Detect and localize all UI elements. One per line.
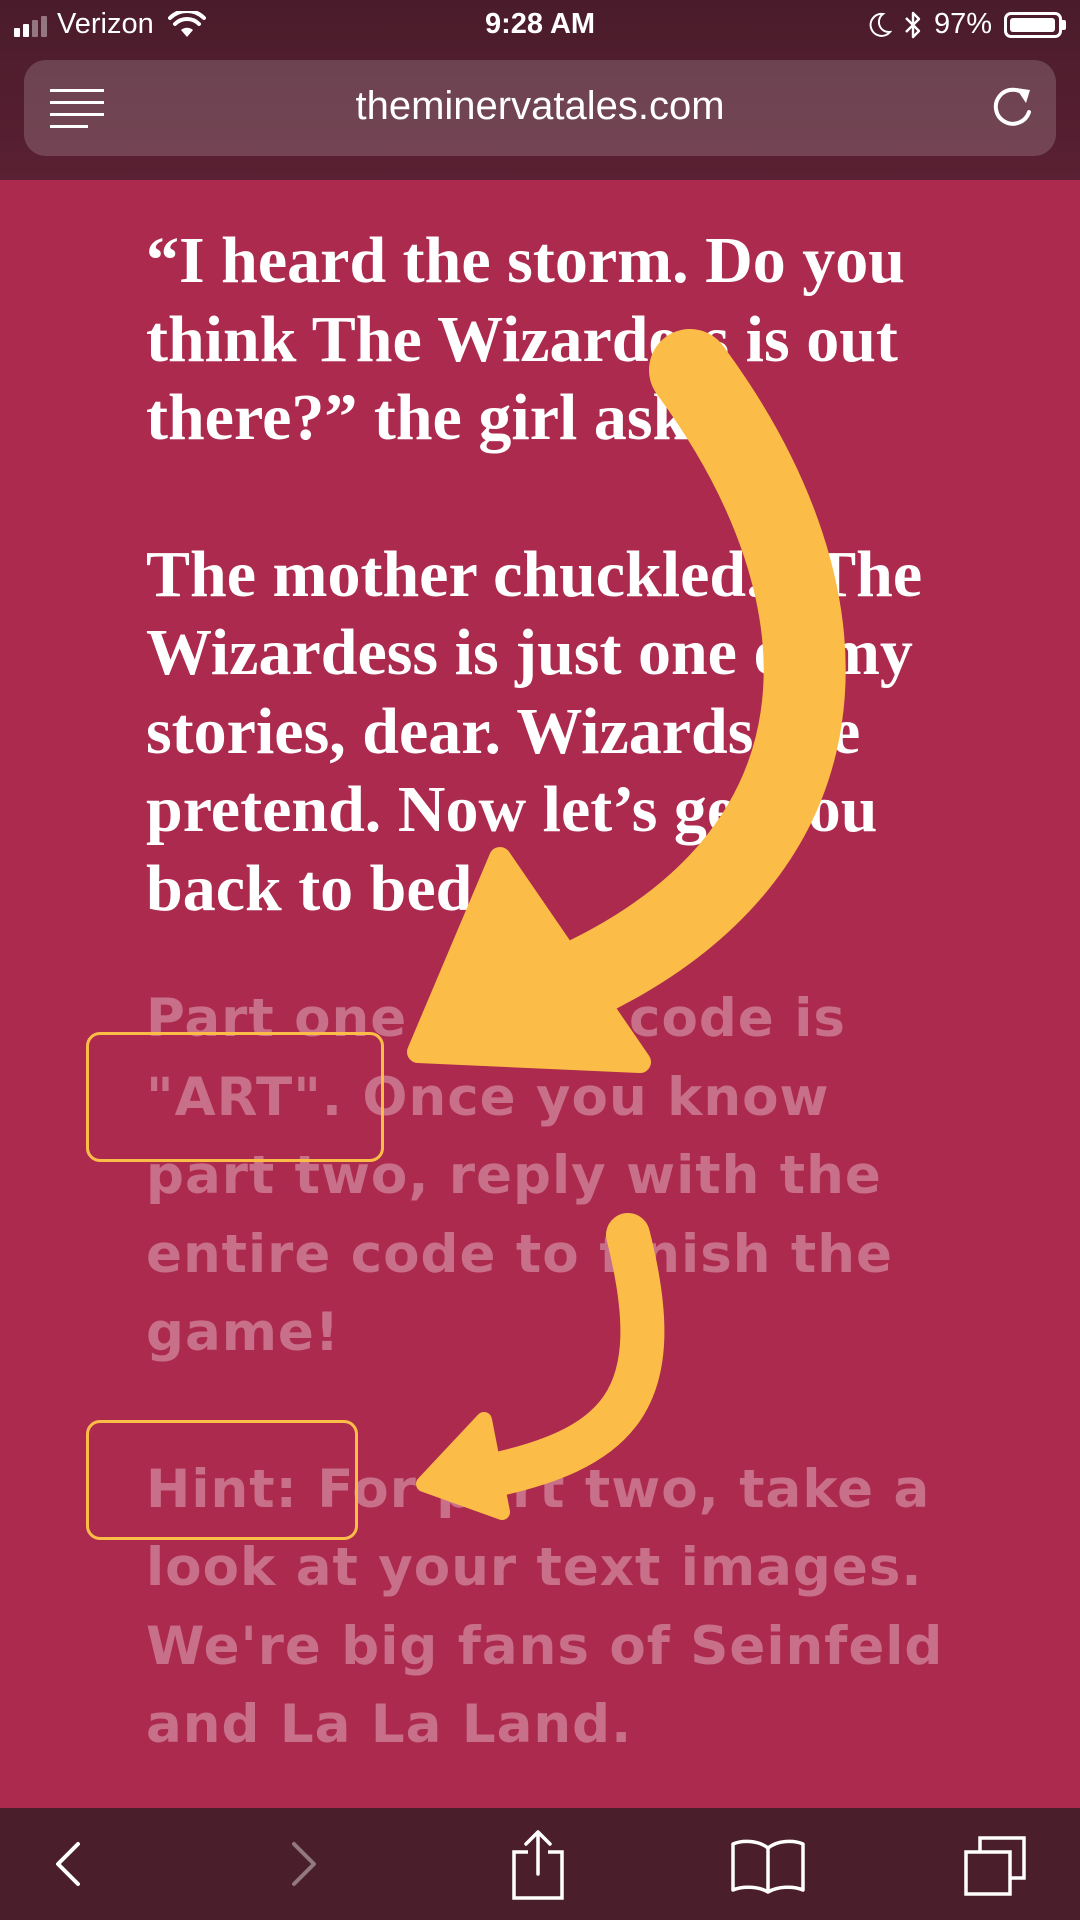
- reload-icon[interactable]: [986, 82, 1038, 134]
- hint-highlight-box: [86, 1420, 358, 1540]
- battery-percent: 97%: [933, 8, 992, 40]
- address-bar[interactable]: theminervatales.com: [24, 60, 1056, 156]
- url-text[interactable]: theminervatales.com: [24, 84, 1056, 129]
- status-right: 97%: [868, 8, 1066, 41]
- moon-icon: [869, 12, 892, 37]
- tabs-icon[interactable]: [962, 1834, 1028, 1898]
- art-highlight-box: [86, 1032, 384, 1162]
- battery-icon: [1004, 11, 1066, 38]
- browser-chrome: Verizon 9:28 AM 97% theminervatales.com: [0, 0, 1080, 180]
- story-paragraph-2: The mother chuckled. “The Wizardess is j…: [146, 537, 923, 925]
- browser-toolbar: [0, 1808, 1080, 1920]
- status-bar: Verizon 9:28 AM 97%: [0, 0, 1080, 50]
- share-icon[interactable]: [508, 1828, 568, 1900]
- back-icon[interactable]: [50, 1836, 86, 1892]
- story-paragraph-1: “I heard the storm. Do you think The Wiz…: [146, 224, 905, 454]
- forward-icon[interactable]: [286, 1836, 322, 1892]
- bluetooth-icon: [905, 11, 921, 38]
- bookmarks-icon[interactable]: [730, 1838, 806, 1894]
- battery-fill: [1010, 17, 1055, 32]
- story-text: “I heard the storm. Do you think The Wiz…: [146, 222, 946, 928]
